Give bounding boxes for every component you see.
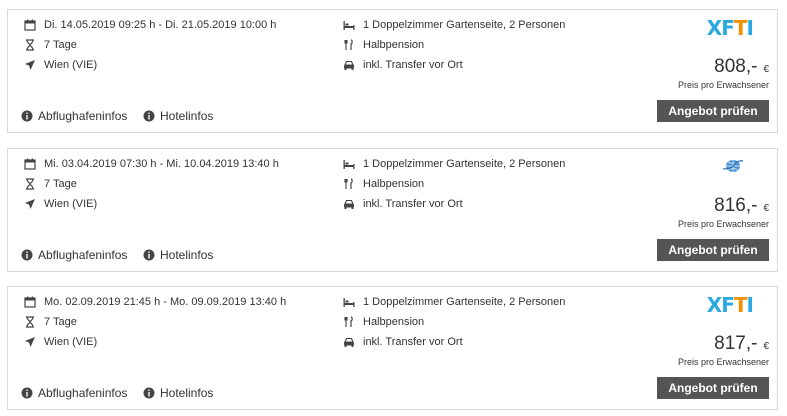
hotel-info-link[interactable]: Hotelinfos xyxy=(143,248,213,262)
cutlery-icon xyxy=(343,39,355,51)
room-row: 1 Doppelzimmer Gartenseite, 2 Personen xyxy=(343,158,565,170)
board-row: Halbpension xyxy=(343,178,424,190)
hotel-info-label: Hotelinfos xyxy=(160,386,214,400)
car-icon xyxy=(343,59,355,71)
transfer-info: inkl. Transfer vor Ort xyxy=(363,198,463,210)
board-row: Halbpension xyxy=(343,39,424,51)
transfer-info: inkl. Transfer vor Ort xyxy=(363,336,463,348)
transfer-row: inkl. Transfer vor Ort xyxy=(343,59,463,71)
board-type: Halbpension xyxy=(363,39,425,51)
departure-airport: Wien (VIE) xyxy=(44,59,98,71)
transfer-row: inkl. Transfer vor Ort xyxy=(343,336,463,348)
departure-airport: Wien (VIE) xyxy=(44,198,98,210)
room-info: 1 Doppelzimmer Gartenseite, 2 Personen xyxy=(363,158,566,170)
departure-airport: Wien (VIE) xyxy=(44,336,98,348)
price-note: Preis pro Erwachsener xyxy=(677,80,769,90)
hourglass-icon xyxy=(24,316,36,328)
cutlery-icon xyxy=(343,178,355,190)
offer-card: Mo. 02.09.2019 21:45 h - Mo. 09.09.2019 … xyxy=(7,286,778,410)
provider-logo: XFTI xyxy=(706,16,754,40)
hotel-info-label: Hotelinfos xyxy=(160,109,214,123)
hotel-info-label: Hotelinfos xyxy=(160,248,214,262)
airport-row: Wien (VIE) xyxy=(24,198,97,210)
car-icon xyxy=(343,198,355,210)
calendar-icon xyxy=(24,296,36,308)
airport-info-link[interactable]: Abflughafeninfos xyxy=(21,248,127,262)
duration: 7 Tage xyxy=(44,316,77,328)
board-type: Halbpension xyxy=(363,316,425,328)
airport-info-label: Abflughafeninfos xyxy=(38,386,128,400)
plane-icon xyxy=(24,336,36,348)
hotel-info-link[interactable]: Hotelinfos xyxy=(143,109,213,123)
check-offer-button[interactable]: Angebot prüfen xyxy=(657,100,769,122)
price-amount: 816,- xyxy=(714,195,758,216)
info-icon xyxy=(21,110,33,122)
globe-icon xyxy=(721,155,745,177)
plane-icon xyxy=(24,198,36,210)
airport-info-link[interactable]: Abflughafeninfos xyxy=(21,109,127,123)
calendar-icon xyxy=(24,19,36,31)
price-currency: € xyxy=(763,341,769,352)
price-note: Preis pro Erwachsener xyxy=(677,357,769,367)
transfer-row: inkl. Transfer vor Ort xyxy=(343,198,463,210)
transfer-info: inkl. Transfer vor Ort xyxy=(363,59,463,71)
board-type: Halbpension xyxy=(363,178,425,190)
info-icon xyxy=(143,387,155,399)
room-row: 1 Doppelzimmer Gartenseite, 2 Personen xyxy=(343,19,565,31)
offer-card: Mi. 03.04.2019 07:30 h - Mi. 10.04.2019 … xyxy=(7,148,778,272)
check-offer-button[interactable]: Angebot prüfen xyxy=(657,377,769,399)
price: 817,- € xyxy=(714,333,769,355)
provider-logo: XFTI xyxy=(706,293,754,317)
bed-icon xyxy=(343,296,355,308)
calendar-icon xyxy=(24,158,36,170)
price-currency: € xyxy=(763,64,769,75)
price-amount: 817,- xyxy=(714,333,758,354)
bed-icon xyxy=(343,158,355,170)
hotel-info-link[interactable]: Hotelinfos xyxy=(143,386,213,400)
duration: 7 Tage xyxy=(44,39,77,51)
airport-info-link[interactable]: Abflughafeninfos xyxy=(21,386,127,400)
dates-row: Mi. 03.04.2019 07:30 h - Mi. 10.04.2019 … xyxy=(24,158,279,170)
travel-dates: Mi. 03.04.2019 07:30 h - Mi. 10.04.2019 … xyxy=(44,158,279,170)
check-offer-button[interactable]: Angebot prüfen xyxy=(657,239,769,261)
price: 808,- € xyxy=(714,56,769,78)
duration: 7 Tage xyxy=(44,178,77,190)
info-icon xyxy=(143,110,155,122)
hourglass-icon xyxy=(24,178,36,190)
info-icon xyxy=(21,249,33,261)
price-amount: 808,- xyxy=(714,56,758,77)
duration-row: 7 Tage xyxy=(24,316,77,328)
cutlery-icon xyxy=(343,316,355,328)
price: 816,- € xyxy=(714,195,769,217)
airport-row: Wien (VIE) xyxy=(24,59,97,71)
room-info: 1 Doppelzimmer Gartenseite, 2 Personen xyxy=(363,296,566,308)
room-row: 1 Doppelzimmer Gartenseite, 2 Personen xyxy=(343,296,565,308)
travel-dates: Di. 14.05.2019 09:25 h - Di. 21.05.2019 … xyxy=(44,19,277,31)
offer-card: Di. 14.05.2019 09:25 h - Di. 21.05.2019 … xyxy=(7,9,778,133)
board-row: Halbpension xyxy=(343,316,424,328)
dates-row: Di. 14.05.2019 09:25 h - Di. 21.05.2019 … xyxy=(24,19,276,31)
duration-row: 7 Tage xyxy=(24,39,77,51)
hourglass-icon xyxy=(24,39,36,51)
duration-row: 7 Tage xyxy=(24,178,77,190)
bed-icon xyxy=(343,19,355,31)
plane-icon xyxy=(24,59,36,71)
info-icon xyxy=(143,249,155,261)
info-icon xyxy=(21,387,33,399)
price-note: Preis pro Erwachsener xyxy=(677,219,769,229)
airport-info-label: Abflughafeninfos xyxy=(38,248,128,262)
room-info: 1 Doppelzimmer Gartenseite, 2 Personen xyxy=(363,19,566,31)
car-icon xyxy=(343,336,355,348)
travel-dates: Mo. 02.09.2019 21:45 h - Mo. 09.09.2019 … xyxy=(44,296,287,308)
airport-row: Wien (VIE) xyxy=(24,336,97,348)
airport-info-label: Abflughafeninfos xyxy=(38,109,128,123)
price-currency: € xyxy=(763,203,769,214)
dates-row: Mo. 02.09.2019 21:45 h - Mo. 09.09.2019 … xyxy=(24,296,286,308)
